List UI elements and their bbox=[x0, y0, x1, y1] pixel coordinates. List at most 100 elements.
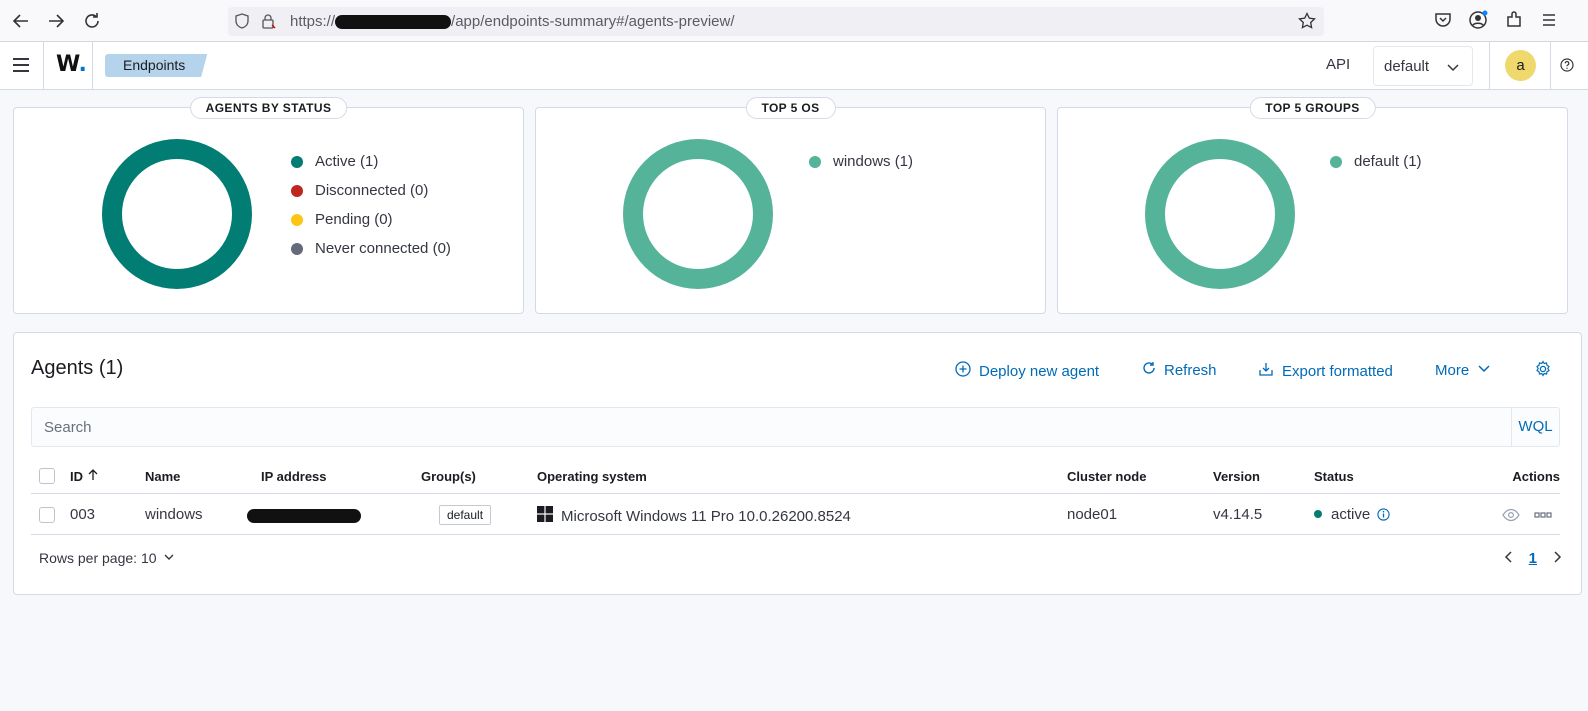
refresh-icon bbox=[1142, 361, 1156, 379]
bookmark-star-icon[interactable] bbox=[1298, 12, 1316, 33]
export-formatted-button[interactable]: Export formatted bbox=[1258, 361, 1393, 381]
legend-item-disconnected[interactable]: Disconnected (0) bbox=[291, 176, 451, 205]
legend-item-active[interactable]: Active (1) bbox=[291, 147, 451, 176]
deploy-agent-button[interactable]: Deploy new agent bbox=[955, 361, 1099, 381]
rows-per-page-button[interactable]: Rows per page: 10 bbox=[39, 550, 175, 566]
cell-id: 003 bbox=[70, 506, 96, 523]
redacted-ip bbox=[247, 509, 361, 524]
column-version[interactable]: Version bbox=[1213, 469, 1260, 484]
top-groups-card: TOP 5 GROUPS default (1) bbox=[1057, 97, 1568, 314]
status-legend: Active (1) Disconnected (0) Pending (0) … bbox=[291, 147, 451, 263]
hamburger-menu-icon[interactable] bbox=[10, 54, 32, 76]
row-checkbox[interactable] bbox=[39, 507, 55, 523]
chevron-right-icon[interactable] bbox=[1551, 550, 1563, 567]
url-text: https:// /app/endpoints-summary#/agents-p… bbox=[290, 13, 735, 30]
column-cluster-node[interactable]: Cluster node bbox=[1067, 469, 1146, 484]
agents-by-status-card: AGENTS BY STATUS Active (1) Disconnected… bbox=[13, 97, 524, 314]
column-groups[interactable]: Group(s) bbox=[421, 469, 476, 484]
url-prefix: https:// bbox=[290, 13, 336, 30]
app-header: W. Endpoints API default a bbox=[0, 42, 1588, 90]
api-label: API bbox=[1326, 56, 1351, 73]
legend-dot bbox=[809, 155, 821, 168]
address-bar[interactable]: https:// /app/endpoints-summary#/agents-p… bbox=[228, 7, 1324, 36]
legend-dot bbox=[291, 242, 303, 255]
column-status[interactable]: Status bbox=[1314, 469, 1354, 484]
view-eye-icon[interactable] bbox=[1502, 507, 1520, 526]
legend-dot bbox=[291, 213, 303, 226]
search-input[interactable] bbox=[32, 408, 1512, 446]
wql-button[interactable]: WQL bbox=[1511, 408, 1559, 446]
logo-dot: . bbox=[78, 52, 87, 77]
column-ip-address[interactable]: IP address bbox=[261, 469, 327, 484]
windows-icon bbox=[537, 506, 553, 526]
legend-label: Pending (0) bbox=[315, 211, 393, 228]
chevron-down-icon bbox=[1477, 361, 1491, 379]
select-all-checkbox[interactable] bbox=[39, 468, 55, 484]
chevron-down-icon bbox=[163, 550, 175, 566]
more-actions-icon[interactable] bbox=[1534, 507, 1552, 526]
more-button[interactable]: More bbox=[1435, 361, 1491, 379]
breadcrumb-endpoints[interactable]: Endpoints bbox=[105, 54, 208, 77]
column-actions: Actions bbox=[1512, 469, 1560, 484]
groups-donut-chart[interactable] bbox=[1145, 139, 1295, 289]
legend-label: default (1) bbox=[1354, 153, 1422, 170]
reload-icon[interactable] bbox=[80, 9, 104, 33]
card-title: AGENTS BY STATUS bbox=[189, 97, 348, 119]
top-os-card: TOP 5 OS windows (1) bbox=[535, 97, 1046, 314]
legend-item-windows[interactable]: windows (1) bbox=[809, 147, 913, 176]
refresh-button[interactable]: Refresh bbox=[1142, 361, 1217, 379]
export-label: Export formatted bbox=[1282, 362, 1393, 380]
user-avatar[interactable]: a bbox=[1505, 50, 1536, 81]
column-name[interactable]: Name bbox=[145, 469, 180, 484]
header-divider bbox=[92, 42, 93, 89]
legend-item-default[interactable]: default (1) bbox=[1330, 147, 1422, 176]
url-path: /app/endpoints-summary#/agents-preview/ bbox=[451, 13, 735, 30]
logo-text: W bbox=[56, 52, 79, 77]
table-row[interactable]: 003 windows default Microsoft Windows 11… bbox=[31, 495, 1560, 535]
lock-icon bbox=[260, 13, 276, 32]
legend-label: Active (1) bbox=[315, 153, 379, 170]
deploy-label: Deploy new agent bbox=[979, 362, 1100, 380]
rows-per-page-label: Rows per page: 10 bbox=[39, 550, 157, 566]
extensions-icon[interactable] bbox=[1503, 9, 1525, 31]
chevron-down-icon bbox=[1446, 60, 1460, 77]
os-legend: windows (1) bbox=[809, 147, 913, 176]
app-logo[interactable]: W. bbox=[56, 52, 87, 77]
menu-icon[interactable] bbox=[1538, 9, 1560, 31]
page-button-1[interactable]: 1 bbox=[1529, 550, 1537, 567]
legend-label: windows (1) bbox=[833, 153, 914, 170]
help-icon[interactable] bbox=[1560, 58, 1574, 75]
header-divider bbox=[1550, 42, 1551, 89]
cell-version: v4.14.5 bbox=[1213, 506, 1263, 523]
info-icon[interactable] bbox=[1377, 508, 1390, 521]
settings-gear-icon[interactable] bbox=[1534, 360, 1552, 378]
column-os[interactable]: Operating system bbox=[537, 469, 647, 484]
chevron-left-icon[interactable] bbox=[1503, 550, 1515, 567]
browser-toolbar: https:// /app/endpoints-summary#/agents-p… bbox=[0, 0, 1588, 42]
group-badge[interactable]: default bbox=[439, 505, 492, 525]
export-icon bbox=[1258, 361, 1274, 381]
cell-ip-redacted bbox=[247, 507, 361, 524]
cell-status: active bbox=[1314, 506, 1390, 523]
account-icon[interactable] bbox=[1467, 9, 1489, 31]
plus-circle-icon bbox=[955, 361, 971, 381]
legend-item-pending[interactable]: Pending (0) bbox=[291, 205, 451, 234]
column-id[interactable]: ID bbox=[70, 469, 99, 484]
header-divider bbox=[43, 42, 44, 89]
pocket-icon[interactable] bbox=[1432, 9, 1454, 31]
agents-title: Agents (1) bbox=[31, 357, 124, 379]
status-donut-chart[interactable] bbox=[102, 139, 252, 289]
os-donut-chart[interactable] bbox=[623, 139, 773, 289]
back-icon[interactable] bbox=[9, 9, 33, 33]
table-header: ID Name IP address Group(s) Operating sy… bbox=[31, 458, 1560, 494]
forward-icon[interactable] bbox=[44, 9, 68, 33]
cell-cluster-node: node01 bbox=[1067, 506, 1118, 523]
cell-os: Microsoft Windows 11 Pro 10.0.26200.8524 bbox=[537, 506, 851, 526]
api-selected-value: default bbox=[1384, 58, 1430, 75]
pagination: 1 bbox=[1503, 550, 1563, 567]
search-bar: WQL bbox=[31, 407, 1560, 447]
api-selector[interactable]: default bbox=[1373, 46, 1473, 86]
redacted-host bbox=[335, 15, 452, 30]
legend-dot bbox=[291, 184, 303, 197]
legend-item-never-connected[interactable]: Never connected (0) bbox=[291, 234, 451, 263]
